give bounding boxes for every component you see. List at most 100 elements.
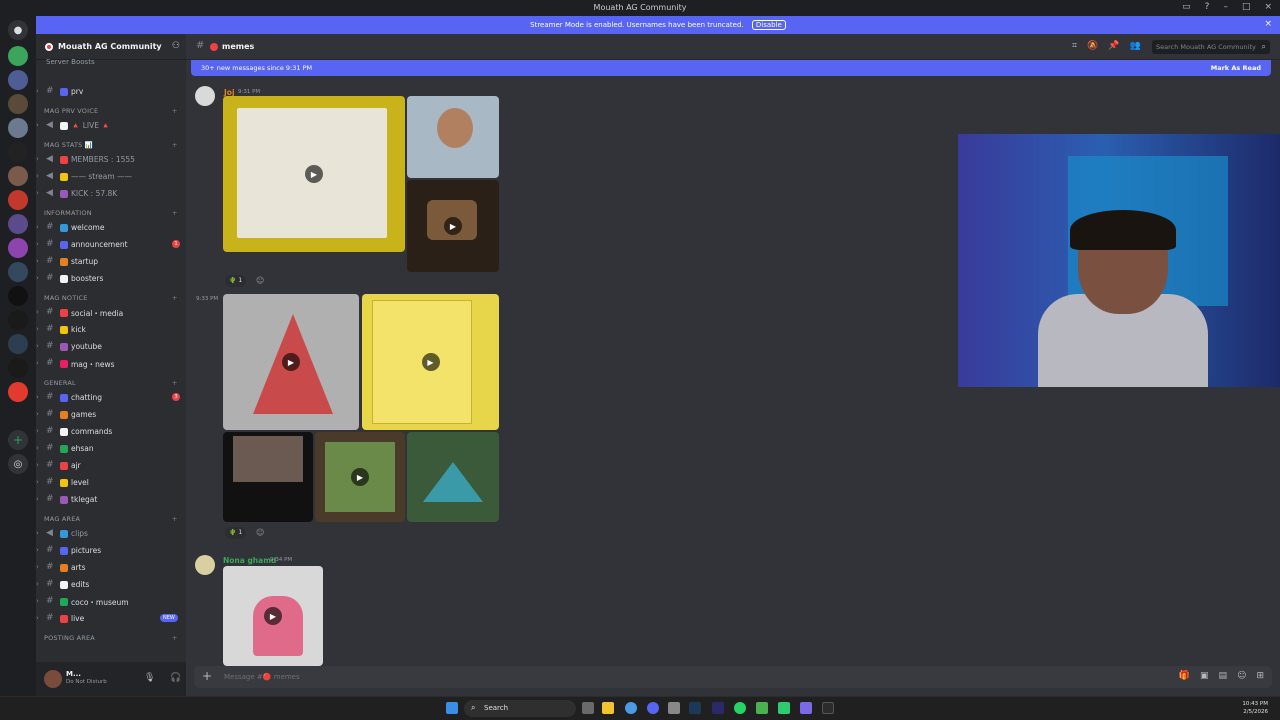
chrome-icon[interactable] [625, 702, 637, 714]
search-input[interactable]: Search Mouath AG Community ⌕ [1152, 40, 1270, 54]
add-channel-icon[interactable]: + [172, 379, 178, 387]
video-attachment[interactable]: ▶ [407, 180, 499, 272]
steam-icon[interactable] [689, 702, 701, 714]
channel-item[interactable]: › # coco・museum [36, 594, 186, 610]
channel-item[interactable]: › # live NEW [36, 611, 186, 627]
help-icon[interactable]: ? [1205, 2, 1210, 12]
video-attachment[interactable] [407, 432, 499, 522]
start-icon[interactable] [446, 702, 458, 714]
add-reaction-icon[interactable]: ☺ [256, 276, 264, 285]
server-icon[interactable] [8, 382, 28, 402]
reaction-pill[interactable]: 🌵 1 [225, 275, 247, 287]
channel-item[interactable]: › # boosters [36, 271, 186, 287]
category-header[interactable]: MAG NOTICE + [44, 294, 177, 302]
channel-item[interactable]: › # edits [36, 577, 186, 593]
threads-icon[interactable]: ⌗ [1072, 41, 1077, 51]
add-attachment-icon[interactable]: + [202, 669, 212, 683]
add-channel-icon[interactable]: + [172, 294, 178, 302]
apps-icon[interactable]: ⊞ [1256, 671, 1264, 681]
play-icon[interactable]: ▶ [264, 607, 282, 625]
microphone-icon[interactable]: 🎙 [144, 673, 155, 683]
guild-name[interactable]: Mouath AG Community [58, 42, 162, 51]
close-icon[interactable]: × [1264, 19, 1272, 29]
server-boosts[interactable]: Server Boosts [46, 58, 95, 66]
channel-item[interactable]: › # mag・news [36, 356, 186, 372]
reaction-pill[interactable]: 🌵 1 [225, 527, 247, 539]
message-composer[interactable]: + Message #🔴 memes 🎁 ▣ ▤ ☺ ⊞ [194, 666, 1272, 688]
taskbar-search[interactable]: ⌕ Search [464, 700, 576, 717]
play-icon[interactable]: ▶ [351, 468, 369, 486]
members-icon[interactable]: 👥 [1130, 41, 1141, 51]
app-icon[interactable] [668, 702, 680, 714]
server-icon[interactable] [8, 334, 28, 354]
whatsapp-icon[interactable] [734, 702, 746, 714]
channel-item[interactable]: › ◀ clips [36, 526, 186, 542]
message-author[interactable]: Nona ghamd [223, 556, 276, 565]
category-header[interactable]: INFORMATION + [44, 209, 177, 217]
invite-icon[interactable]: ⚇ [172, 41, 180, 51]
emoji-icon[interactable]: ☺ [1237, 671, 1246, 681]
category-header[interactable]: MAG STATS 📊 + [44, 141, 177, 149]
channel-item[interactable]: › # arts [36, 560, 186, 576]
pin-icon[interactable]: 📌 [1108, 41, 1119, 51]
server-icon[interactable] [8, 262, 28, 282]
channel-item[interactable]: › ◀ —— stream —— [36, 169, 186, 185]
premiere-icon[interactable] [712, 702, 724, 714]
app-icon[interactable] [800, 702, 812, 714]
video-attachment[interactable]: ▶ [223, 294, 359, 430]
video-attachment[interactable]: ▶ [315, 432, 405, 522]
system-clock[interactable]: 10:43 PM 2/5/2026 [1242, 700, 1268, 716]
channel-item[interactable]: › # welcome [36, 220, 186, 236]
add-channel-icon[interactable]: + [172, 209, 178, 217]
channel-item[interactable]: › ◀ MEMBERS : 1555 [36, 152, 186, 168]
disable-streamer-button[interactable]: Disable [751, 20, 786, 30]
server-icon[interactable] [8, 286, 28, 306]
minimize-icon[interactable]: – [1223, 2, 1228, 12]
app-icon[interactable] [822, 702, 834, 714]
add-channel-icon[interactable]: + [172, 634, 178, 642]
channel-item[interactable]: › # kick [36, 322, 186, 338]
play-icon[interactable]: ▶ [421, 353, 440, 371]
category-header[interactable]: MAG PRV VOICE + [44, 107, 177, 115]
video-attachment[interactable]: ▶ [223, 566, 323, 666]
video-attachment[interactable] [407, 96, 499, 178]
avatar[interactable] [195, 86, 215, 106]
discover-icon[interactable]: ◎ [8, 454, 28, 474]
channel-item[interactable]: › # ehsan [36, 441, 186, 457]
discord-icon[interactable] [647, 702, 659, 714]
server-icon[interactable] [8, 166, 28, 186]
new-messages-bar[interactable]: 30+ new messages since 9:31 PM Mark As R… [191, 60, 1271, 76]
play-icon[interactable]: ▶ [282, 353, 300, 371]
close-icon[interactable]: × [1264, 2, 1272, 12]
add-reaction-icon[interactable]: ☺ [256, 528, 264, 537]
add-server-icon[interactable]: + [8, 430, 28, 450]
gift-icon[interactable]: 🎁 [1179, 671, 1190, 681]
avatar[interactable] [44, 670, 62, 688]
guild-header[interactable]: Mouath AG Community ⚇ [36, 34, 186, 60]
channel-item[interactable]: › # games [36, 407, 186, 423]
server-icon[interactable] [8, 70, 28, 90]
server-icon[interactable] [8, 238, 28, 258]
maximize-icon[interactable]: □ [1242, 2, 1251, 12]
server-icon[interactable] [8, 46, 28, 66]
channel-item[interactable]: › ◀ KICK : 57.8K [36, 186, 186, 202]
channel-item[interactable]: › # level [36, 475, 186, 491]
play-icon[interactable]: ▶ [444, 217, 462, 235]
avatar[interactable] [195, 555, 215, 575]
play-icon[interactable]: ▶ [305, 165, 323, 183]
channel-item[interactable]: › ◀ 🔺 LIVE 🔺 [36, 118, 186, 134]
gif-icon[interactable]: ▣ [1200, 671, 1209, 681]
video-attachment[interactable] [223, 432, 313, 522]
channel-item[interactable]: › # commands [36, 424, 186, 440]
server-icon[interactable] [8, 94, 28, 114]
server-icon[interactable] [8, 358, 28, 378]
channel-item[interactable]: › # chatting 3 [36, 390, 186, 406]
task-view-icon[interactable] [582, 702, 594, 714]
server-icon[interactable] [8, 142, 28, 162]
headphones-icon[interactable]: 🎧 [170, 673, 181, 683]
category-header[interactable]: MAG AREA + [44, 515, 177, 523]
category-header[interactable]: GENERAL + [44, 379, 177, 387]
add-channel-icon[interactable]: + [172, 141, 178, 149]
server-icon[interactable] [8, 190, 28, 210]
server-icon[interactable] [8, 406, 28, 426]
